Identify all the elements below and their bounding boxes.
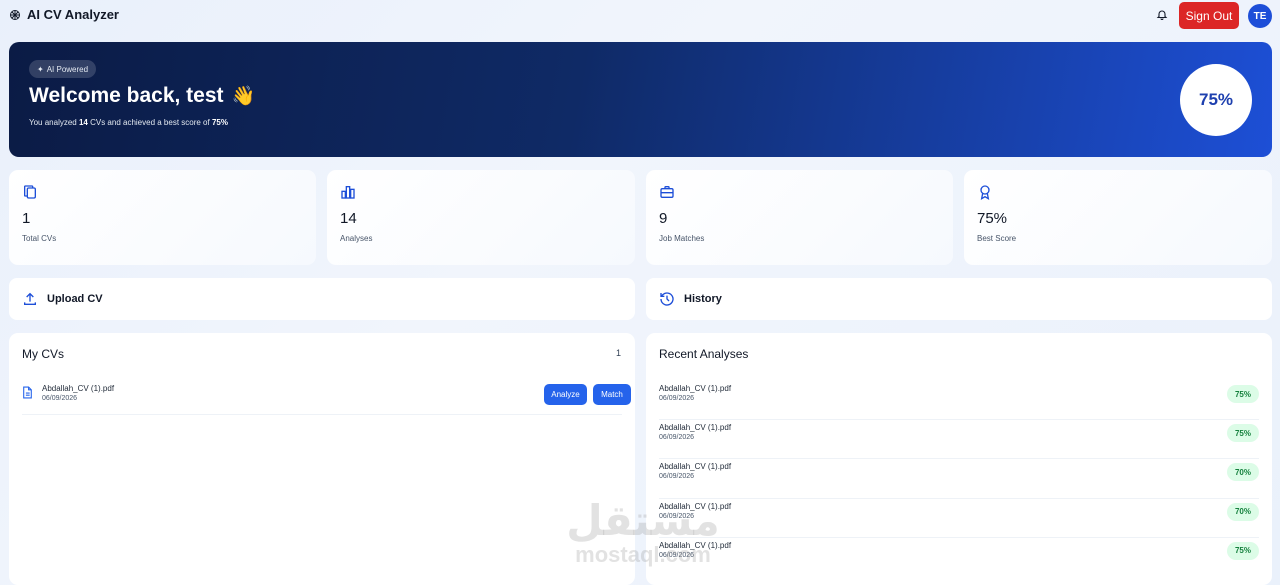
list-item[interactable]: Abdallah_CV (1).pdf 06/09/2026 70%: [659, 499, 1259, 538]
best-score-circle: 75%: [1180, 64, 1252, 136]
history-icon: [659, 291, 675, 307]
stat-card-job-matches: 9 Job Matches: [646, 170, 953, 265]
history-button[interactable]: History: [646, 278, 1272, 320]
hero-banner: ✦ AI Powered Welcome back, test 👋 You an…: [9, 42, 1272, 157]
upload-cv-button[interactable]: Upload CV: [9, 278, 635, 320]
analyze-button[interactable]: Analyze: [544, 384, 587, 405]
analysis-file-name: Abdallah_CV (1).pdf: [659, 462, 732, 472]
avatar[interactable]: TE: [1248, 4, 1272, 28]
analysis-file-name: Abdallah_CV (1).pdf: [659, 501, 732, 511]
top-bar: AI CV Analyzer Sign Out TE: [0, 0, 1280, 32]
list-item[interactable]: Abdallah_CV (1).pdf 06/09/2026 75%: [659, 538, 1259, 577]
cv-count: 1: [615, 348, 621, 358]
subtitle-count: 14: [78, 118, 88, 127]
score-badge: 75%: [1227, 424, 1259, 443]
bell-icon[interactable]: [1156, 8, 1168, 21]
document-icon: [22, 386, 33, 399]
recent-analyses-title: Recent Analyses: [659, 347, 749, 361]
analysis-date: 06/09/2026: [659, 395, 695, 402]
list-item[interactable]: Abdallah_CV (1).pdf 06/09/2026 Analyze M…: [22, 381, 631, 415]
stat-value: 9: [659, 210, 668, 227]
analysis-date: 06/09/2026: [659, 512, 695, 520]
bar-chart-icon: [340, 184, 356, 200]
welcome-subtitle: You analyzed 14 CVs and achieved a best …: [29, 118, 228, 127]
score-badge: 70%: [1227, 502, 1259, 521]
welcome-title: Welcome back, test 👋: [29, 84, 255, 108]
stat-value: 1: [22, 210, 31, 227]
analysis-file-name: Abdallah_CV (1).pdf: [659, 384, 732, 393]
stat-value: 75%: [977, 210, 1008, 227]
stat-card-analyses: 14 Analyses: [327, 170, 635, 265]
cv-file-name: Abdallah_CV (1).pdf: [42, 384, 115, 393]
welcome-text: Welcome back, test: [29, 84, 224, 107]
sign-out-button[interactable]: Sign Out: [1179, 2, 1239, 29]
my-cvs-title: My CVs: [22, 347, 64, 361]
score-badge: 75%: [1227, 541, 1259, 560]
analysis-date: 06/09/2026: [659, 434, 695, 442]
stat-label: Total CVs: [22, 234, 57, 243]
my-cvs-panel: My CVs 1 Abdallah_CV (1).pdf 06/09/2026 …: [9, 333, 635, 585]
briefcase-icon: [659, 184, 675, 200]
list-item[interactable]: Abdallah_CV (1).pdf 06/09/2026 75%: [659, 420, 1259, 460]
sparkle-icon: ✦: [37, 64, 44, 74]
score-badge: 70%: [1227, 463, 1259, 482]
stat-card-total-cvs: 1 Total CVs: [9, 170, 316, 265]
analysis-date: 06/09/2026: [659, 473, 695, 481]
app-title: AI CV Analyzer: [27, 7, 119, 22]
cv-file-date: 06/09/2026: [42, 395, 78, 402]
stat-card-best-score: 75% Best Score: [964, 170, 1272, 265]
award-icon: [977, 184, 993, 200]
files-icon: [22, 184, 38, 200]
history-label: History: [684, 293, 722, 305]
analysis-file-name: Abdallah_CV (1).pdf: [659, 540, 732, 550]
score-badge: 75%: [1227, 385, 1259, 403]
analysis-date: 06/09/2026: [659, 551, 695, 559]
subtitle-prefix: You analyzed: [29, 118, 79, 127]
recent-analyses-panel: Recent Analyses Abdallah_CV (1).pdf 06/0…: [646, 333, 1272, 585]
stat-label: Best Score: [977, 234, 1017, 243]
list-item[interactable]: Abdallah_CV (1).pdf 06/09/2026 75%: [659, 381, 1259, 421]
list-item[interactable]: Abdallah_CV (1).pdf 06/09/2026 70%: [659, 459, 1259, 499]
upload-cv-label: Upload CV: [47, 293, 103, 305]
analysis-file-name: Abdallah_CV (1).pdf: [659, 423, 732, 433]
subtitle-middle: CVs and achieved a best score of: [87, 118, 212, 127]
brain-icon: [9, 9, 21, 21]
stat-label: Job Matches: [659, 234, 705, 243]
subtitle-score: 75%: [211, 118, 228, 127]
stat-value: 14: [340, 210, 357, 227]
wave-icon: 👋: [231, 86, 256, 107]
analyses-list: Abdallah_CV (1).pdf 06/09/2026 75% Abdal…: [659, 381, 1259, 577]
ai-powered-badge: ✦ AI Powered: [29, 60, 97, 78]
badge-label: AI Powered: [46, 64, 89, 74]
match-button[interactable]: Match: [593, 384, 631, 405]
stat-label: Analyses: [340, 234, 373, 243]
brand[interactable]: AI CV Analyzer: [9, 7, 119, 22]
upload-icon: [22, 291, 38, 307]
